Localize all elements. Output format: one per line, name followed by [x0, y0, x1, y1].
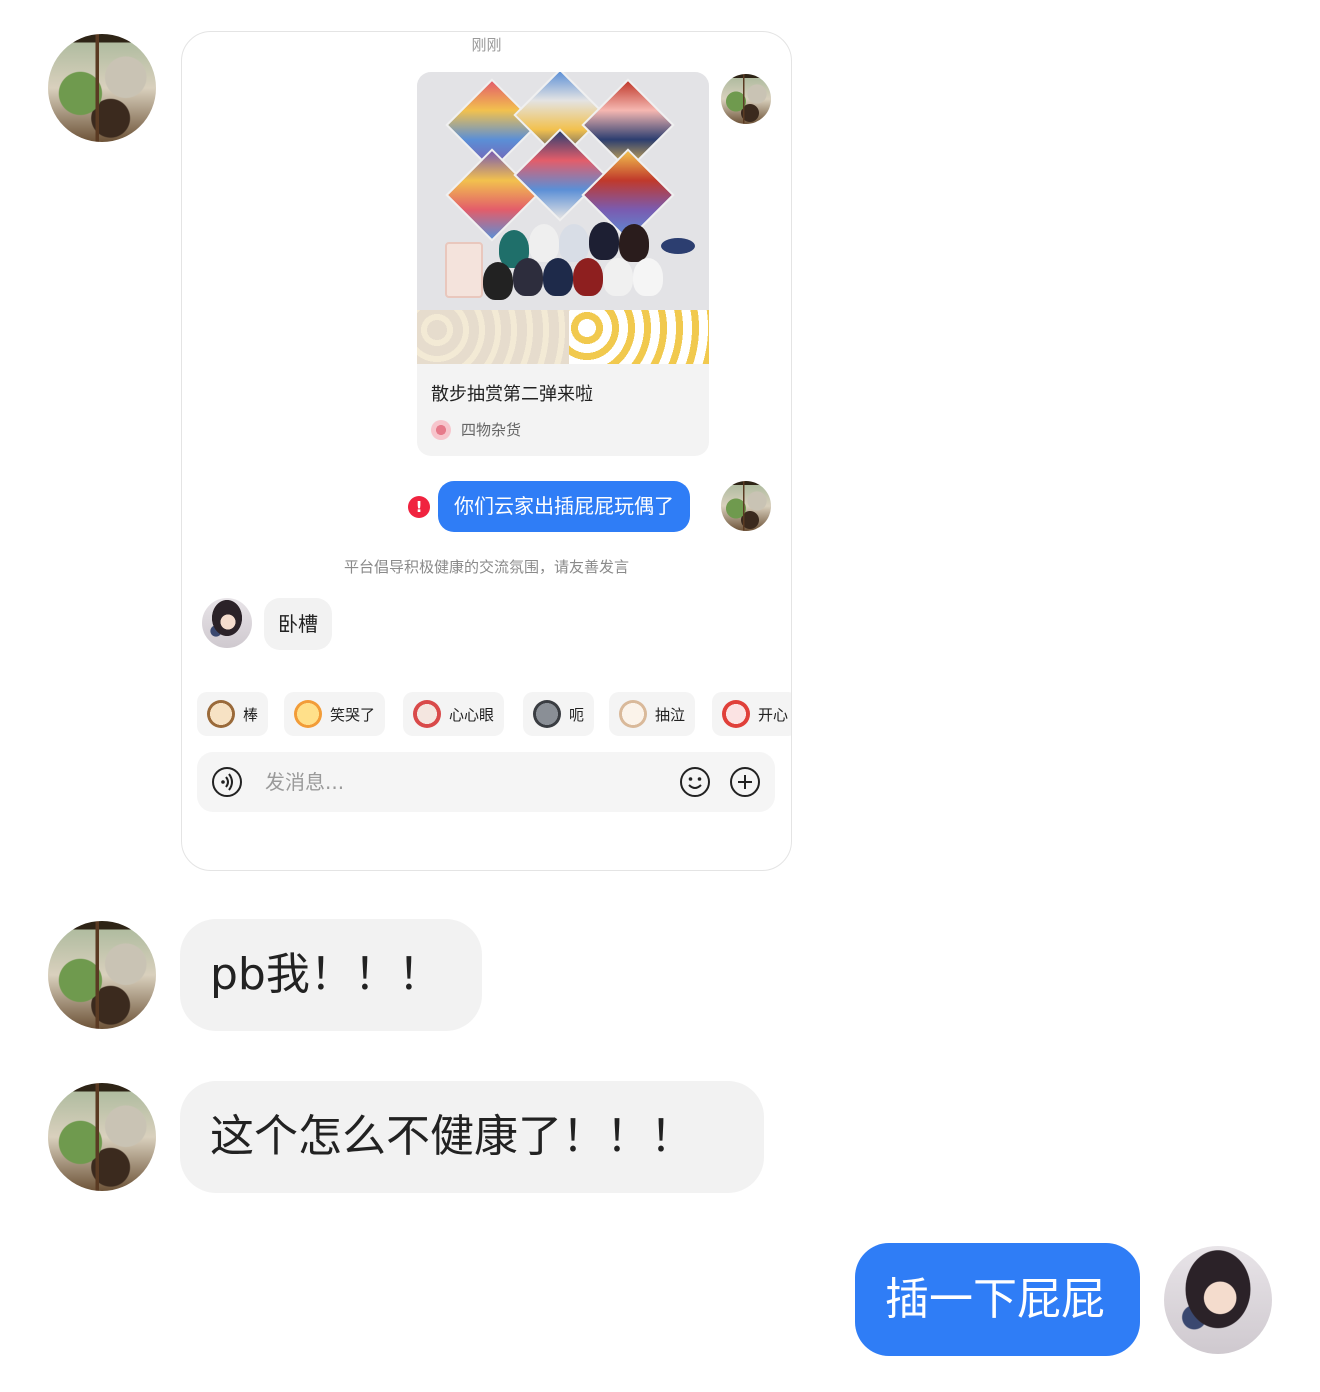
sent-message: 插一下屁屁	[855, 1243, 1140, 1356]
shop-name: 四物杂货	[461, 421, 522, 439]
heart-eyes-emoji-icon	[413, 700, 441, 728]
avatar	[202, 598, 252, 648]
error-icon[interactable]: !	[408, 496, 430, 518]
received-message: 这个怎么不健康了！！！	[180, 1081, 764, 1193]
laugh-cry-emoji-icon	[294, 700, 322, 728]
avatar[interactable]	[48, 1083, 156, 1191]
emoji-chip[interactable]: 棒	[197, 692, 269, 736]
message-input-bar[interactable]: 发消息...	[197, 752, 775, 812]
avatar[interactable]	[1164, 1246, 1272, 1354]
product-title: 散步抽赏第二弹来啦	[431, 384, 593, 405]
cat-emoji-icon	[207, 700, 235, 728]
shop-info: 四物杂货	[431, 419, 521, 440]
product-card: 散步抽赏第二弹来啦 四物杂货	[417, 72, 709, 456]
timestamp: 刚刚	[471, 36, 502, 54]
avatar	[721, 74, 771, 124]
happy-emoji-icon	[722, 700, 750, 728]
avatar[interactable]	[48, 34, 156, 142]
screenshot-image[interactable]: 刚刚 散步抽赏第二弹来啦 四物杂货 ! 你们云家出插屁屁玩偶了 平台倡导积极健康…	[181, 31, 792, 871]
emoji-icon[interactable]	[679, 766, 711, 798]
emoji-chip[interactable]: 呃	[523, 692, 595, 736]
voice-icon[interactable]	[211, 766, 243, 798]
sent-message: 你们云家出插屁屁玩偶了	[438, 481, 690, 532]
product-image	[417, 72, 709, 364]
speechless-emoji-icon	[533, 700, 561, 728]
emoji-chip[interactable]: 抽泣	[609, 692, 696, 736]
emoji-quick-replies: 棒 笑哭了 心心眼 呃 抽泣 开心	[197, 692, 791, 738]
emoji-chip[interactable]: 开心	[712, 692, 791, 736]
message-text: 插一下屁屁	[885, 1274, 1105, 1325]
message-input[interactable]: 发消息...	[265, 752, 344, 812]
message-text: pb我！！！	[210, 949, 442, 1000]
sob-emoji-icon	[619, 700, 647, 728]
message-text: 这个怎么不健康了！！！	[210, 1111, 694, 1162]
avatar	[721, 481, 771, 531]
emoji-chip[interactable]: 心心眼	[403, 692, 505, 736]
received-message: pb我！！！	[180, 919, 482, 1031]
platform-notice: 平台倡导积极健康的交流氛围，请友善发言	[343, 558, 629, 576]
avatar[interactable]	[48, 921, 156, 1029]
plus-icon[interactable]	[729, 766, 761, 798]
emoji-chip[interactable]: 笑哭了	[284, 692, 386, 736]
shop-logo-icon	[431, 419, 451, 440]
received-message: 卧槽	[264, 598, 332, 650]
